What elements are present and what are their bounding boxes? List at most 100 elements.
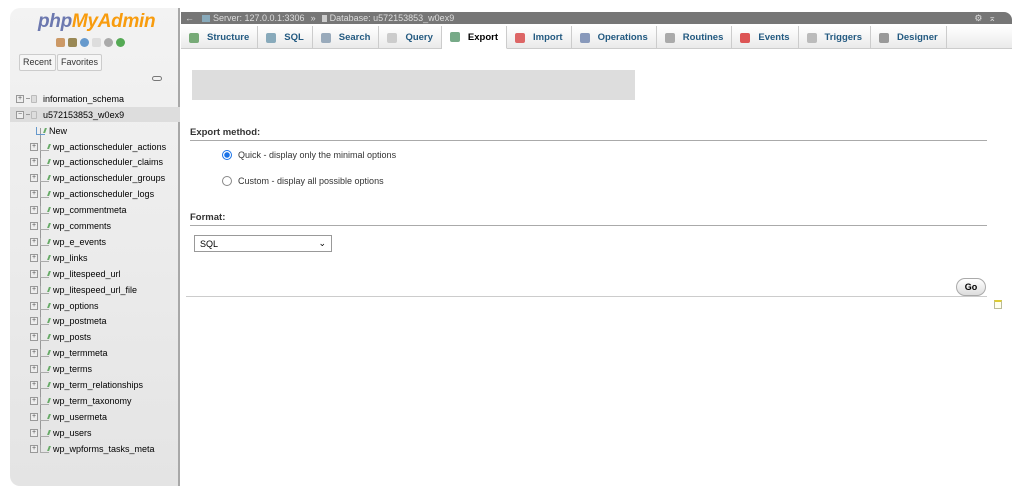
tree-table[interactable]: + wp_wpforms_tasks_meta <box>16 441 155 456</box>
recent-button[interactable]: Recent <box>19 54 56 71</box>
table-name[interactable]: wp_wpforms_tasks_meta <box>53 444 155 454</box>
tree-table[interactable]: + wp_posts <box>16 330 91 345</box>
collapse-icon[interactable]: − <box>16 110 24 119</box>
tab-structure[interactable]: Structure <box>181 26 259 49</box>
tree-table[interactable]: + wp_postmeta <box>16 314 107 329</box>
table-name[interactable]: wp_actionscheduler_logs <box>53 189 154 199</box>
expand-icon[interactable]: + <box>30 317 38 326</box>
custom-radio[interactable] <box>222 176 232 186</box>
go-button[interactable]: Go <box>956 278 986 296</box>
console-note-icon[interactable] <box>994 300 1002 309</box>
tree-table[interactable]: + wp_comments <box>16 219 111 234</box>
expand-icon[interactable]: + <box>30 396 38 405</box>
tree-table[interactable]: + wp_links <box>16 250 88 265</box>
favorites-button[interactable]: Favorites <box>57 54 103 71</box>
expand-icon[interactable]: + <box>30 158 38 167</box>
table-name[interactable]: wp_postmeta <box>53 316 107 326</box>
logout-icon[interactable] <box>68 38 77 47</box>
tree-table[interactable]: + wp_terms <box>16 362 92 377</box>
format-select[interactable]: SQL ⌄ <box>194 235 332 252</box>
expand-icon[interactable]: + <box>30 365 38 374</box>
expand-icon[interactable]: + <box>30 174 38 183</box>
tree-table[interactable]: + wp_litespeed_url <box>16 266 121 281</box>
tab-routines[interactable]: Routines <box>657 26 733 49</box>
tree-table[interactable]: + wp_actionscheduler_claims <box>16 155 163 170</box>
table-name[interactable]: wp_options <box>53 301 99 311</box>
tree-table[interactable]: + wp_e_events <box>16 234 106 249</box>
tree-table[interactable]: + wp_actionscheduler_logs <box>16 187 154 202</box>
tab-triggers[interactable]: Triggers <box>799 26 872 49</box>
table-name[interactable]: wp_commentmeta <box>53 205 127 215</box>
tree-new-table[interactable]: New <box>16 123 67 138</box>
expand-icon[interactable]: + <box>30 222 38 230</box>
tree-database[interactable]: − u572153853_w0ex9 <box>10 107 180 122</box>
table-name[interactable]: wp_actionscheduler_claims <box>53 157 163 167</box>
database-name[interactable]: information_schema <box>43 94 124 104</box>
expand-icon[interactable]: + <box>30 206 38 215</box>
expand-icon[interactable]: + <box>30 333 38 342</box>
tab-designer[interactable]: Designer <box>871 26 947 49</box>
quick-radio[interactable] <box>222 150 232 160</box>
tab-operations[interactable]: Operations <box>572 26 657 49</box>
home-icon[interactable] <box>56 38 65 47</box>
expand-icon[interactable]: + <box>30 301 38 310</box>
table-name[interactable]: wp_litespeed_url_file <box>53 285 137 295</box>
tab-query[interactable]: Query <box>379 26 442 49</box>
table-name[interactable]: wp_term_taxonomy <box>53 396 132 406</box>
help-icon[interactable] <box>80 38 89 47</box>
expand-icon[interactable]: + <box>30 444 38 453</box>
table-name[interactable]: wp_term_relationships <box>53 380 143 390</box>
custom-option[interactable]: Custom - display all possible options <box>222 176 384 186</box>
expand-icon[interactable]: + <box>30 237 38 246</box>
phpmyadmin-logo[interactable]: phpMyAdmin <box>38 11 156 33</box>
expand-icon[interactable]: + <box>30 412 38 421</box>
quick-option[interactable]: Quick - display only the minimal options <box>222 150 396 160</box>
table-name[interactable]: wp_usermeta <box>53 412 107 422</box>
expand-icon[interactable]: + <box>30 190 38 199</box>
tree-table[interactable]: + wp_actionscheduler_actions <box>16 139 166 154</box>
table-name[interactable]: wp_posts <box>53 332 91 342</box>
expand-icon[interactable]: + <box>30 381 38 389</box>
tree-table[interactable]: + wp_users <box>16 425 92 440</box>
tree-database[interactable]: + information_schema <box>16 91 124 106</box>
expand-icon[interactable]: + <box>30 142 38 151</box>
tab-sql[interactable]: SQL <box>258 26 313 49</box>
link-icon[interactable] <box>152 76 162 81</box>
quick-label[interactable]: Quick - display only the minimal options <box>238 150 396 160</box>
tree-table[interactable]: + wp_term_relationships <box>16 378 143 393</box>
breadcrumb-server[interactable]: Server: 127.0.0.1:3306 <box>213 13 305 23</box>
table-name[interactable]: wp_actionscheduler_groups <box>53 173 165 183</box>
table-name[interactable]: wp_links <box>53 253 88 263</box>
table-name[interactable]: wp_e_events <box>53 237 106 247</box>
custom-label[interactable]: Custom - display all possible options <box>238 176 384 186</box>
settings-collapse-icons[interactable]: ⚙⌅ <box>974 13 1002 24</box>
tree-table[interactable]: + wp_termmeta <box>16 346 108 361</box>
tree-table[interactable]: + wp_actionscheduler_groups <box>16 171 165 186</box>
expand-icon[interactable]: + <box>30 269 38 278</box>
tree-table[interactable]: + wp_term_taxonomy <box>16 393 132 408</box>
table-name[interactable]: wp_litespeed_url <box>53 269 121 279</box>
reload-icon[interactable] <box>116 38 125 47</box>
new-table-label[interactable]: New <box>49 126 67 136</box>
expand-icon[interactable]: + <box>30 285 38 294</box>
back-arrow-icon[interactable]: ← <box>185 13 194 23</box>
tab-import[interactable]: Import <box>507 26 572 49</box>
docs-icon[interactable] <box>92 38 101 47</box>
table-name[interactable]: wp_terms <box>53 364 92 374</box>
expand-icon[interactable]: + <box>16 94 24 103</box>
tab-export[interactable]: Export <box>441 26 508 49</box>
table-name[interactable]: wp_users <box>53 428 92 438</box>
table-name[interactable]: wp_comments <box>53 221 111 231</box>
table-name[interactable]: wp_actionscheduler_actions <box>53 142 166 152</box>
tab-search[interactable]: Search <box>313 26 380 49</box>
settings-icon[interactable] <box>104 38 113 47</box>
expand-icon[interactable]: + <box>30 349 38 358</box>
tree-table[interactable]: + wp_commentmeta <box>16 203 127 218</box>
expand-icon[interactable]: + <box>30 253 38 262</box>
tree-table[interactable]: + wp_options <box>16 298 99 313</box>
expand-icon[interactable]: + <box>30 428 38 437</box>
tree-table[interactable]: + wp_usermeta <box>16 409 107 424</box>
table-name[interactable]: wp_termmeta <box>53 348 108 358</box>
tab-events[interactable]: Events <box>732 26 799 49</box>
database-name[interactable]: u572153853_w0ex9 <box>43 110 124 120</box>
